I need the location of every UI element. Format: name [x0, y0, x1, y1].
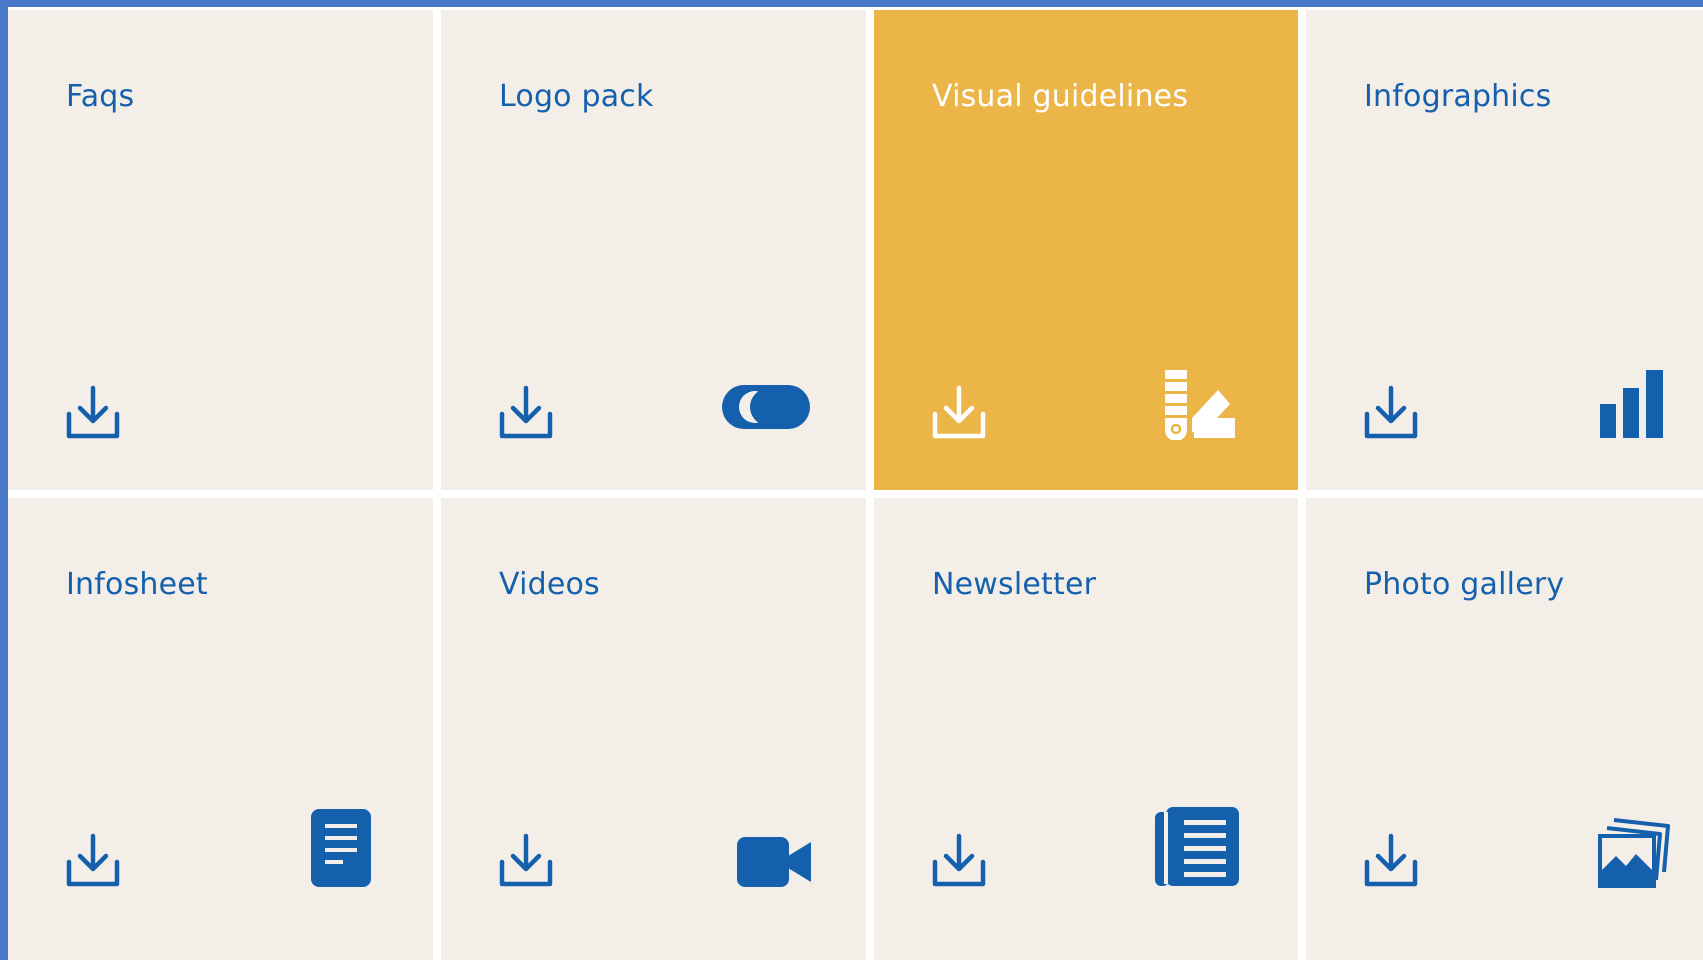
download-icon[interactable]: [66, 384, 120, 440]
tile-title: Newsletter: [932, 567, 1097, 602]
tile-title: Infosheet: [66, 567, 208, 602]
tile-photo-gallery[interactable]: Photo gallery: [1306, 498, 1703, 960]
download-icon[interactable]: [499, 384, 553, 440]
download-icon[interactable]: [66, 832, 120, 888]
color-swatch-icon: [1164, 368, 1236, 440]
tile-title: Visual guidelines: [932, 79, 1189, 114]
download-icon[interactable]: [1364, 384, 1418, 440]
tile-logo-pack[interactable]: Logo pack: [441, 10, 866, 490]
tile-title: Photo gallery: [1364, 567, 1565, 602]
newspaper-icon: [1154, 806, 1240, 888]
tile-title: Videos: [499, 567, 600, 602]
tile-faqs[interactable]: Faqs: [8, 10, 433, 490]
download-icon[interactable]: [499, 832, 553, 888]
bar-chart-icon: [1599, 370, 1669, 438]
download-icon[interactable]: [932, 832, 986, 888]
tile-infographics[interactable]: Infographics: [1306, 10, 1703, 490]
tile-visual-guidelines[interactable]: Visual guidelines: [874, 10, 1298, 490]
toggle-logo-icon: [721, 384, 811, 430]
resource-grid: Faqs Logo pack Visual guidelines Infogra…: [0, 0, 1703, 960]
tile-title: Faqs: [66, 79, 135, 114]
tile-newsletter[interactable]: Newsletter: [874, 498, 1298, 960]
video-camera-icon: [736, 836, 812, 888]
document-icon: [310, 808, 372, 888]
tile-title: Infographics: [1364, 79, 1552, 114]
tile-videos[interactable]: Videos: [441, 498, 866, 960]
download-icon[interactable]: [1364, 832, 1418, 888]
tile-title: Logo pack: [499, 79, 654, 114]
photo-gallery-icon: [1598, 818, 1670, 888]
tile-infosheet[interactable]: Infosheet: [8, 498, 433, 960]
download-icon[interactable]: [932, 384, 986, 440]
